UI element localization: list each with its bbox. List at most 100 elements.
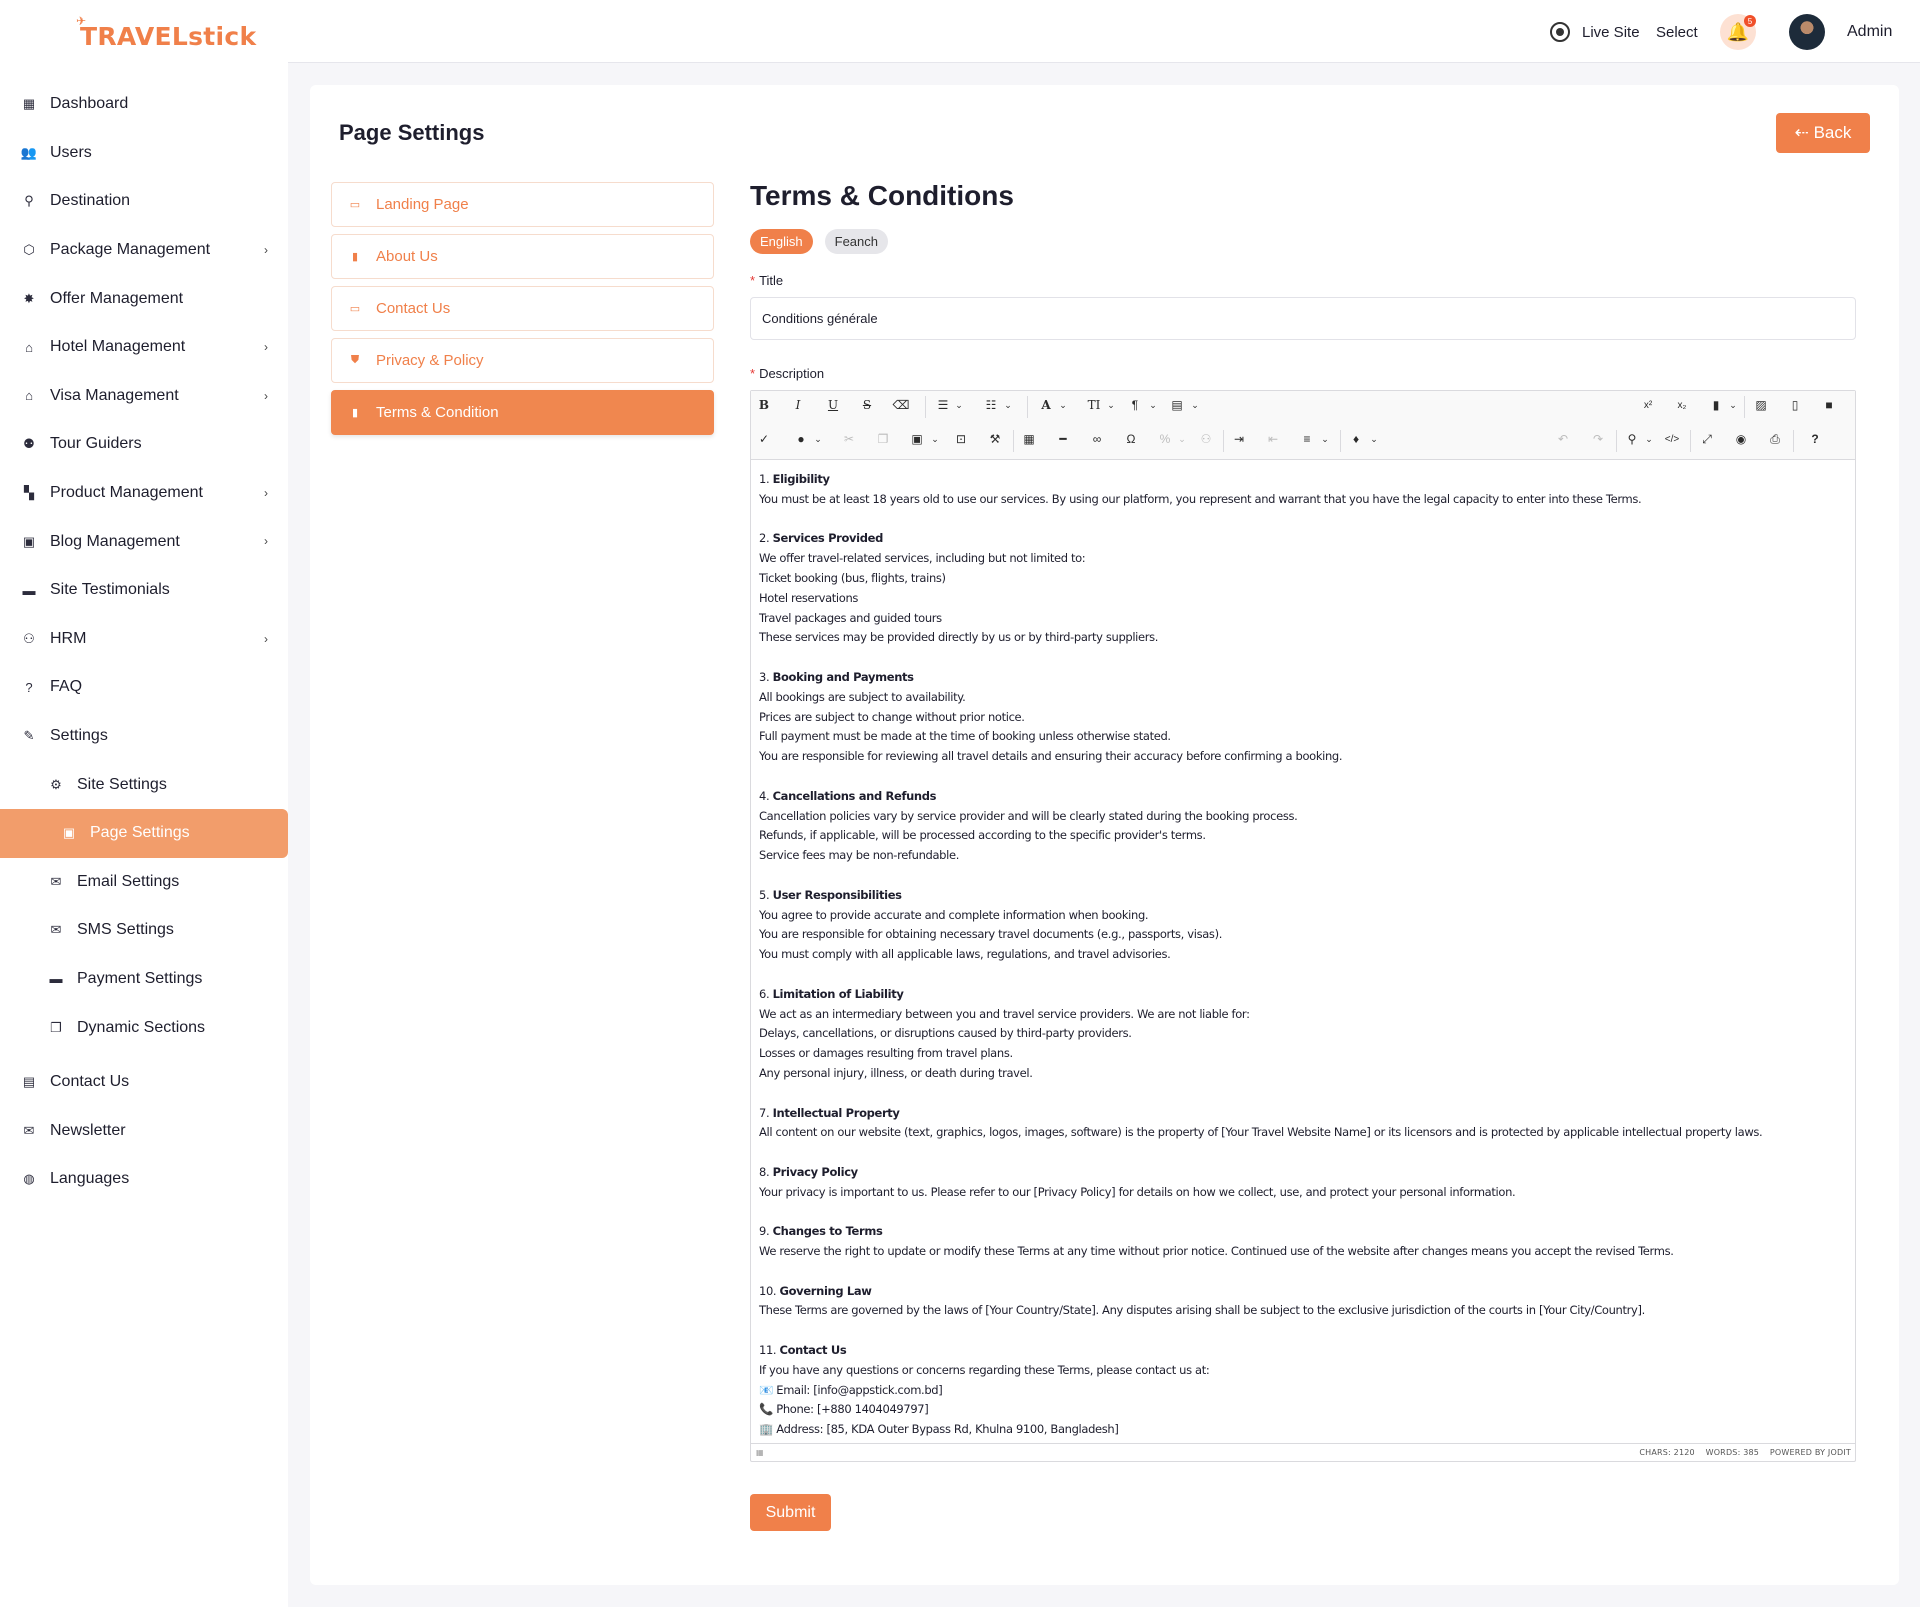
language-select[interactable]: Select bbox=[1656, 24, 1698, 41]
image-icon[interactable]: ▨ bbox=[1751, 395, 1771, 415]
special-char-icon[interactable]: Ω bbox=[1121, 429, 1141, 449]
table-icon[interactable]: ▦ bbox=[1019, 429, 1039, 449]
sidebar-item-19[interactable]: ❐ Dynamic Sections bbox=[0, 1003, 288, 1052]
sidebar-item-3[interactable]: ⬡ Package Management › bbox=[0, 226, 288, 275]
fullscreen-icon[interactable]: ⤢ bbox=[1697, 429, 1717, 449]
sidebar-item-20[interactable]: ▤ Contact Us bbox=[0, 1058, 288, 1107]
eraser-icon[interactable]: ⌫ bbox=[891, 395, 911, 415]
sidebar-item-7[interactable]: ⚉ Tour Guiders bbox=[0, 420, 288, 469]
help-icon[interactable]: ? bbox=[1805, 429, 1825, 449]
select-all-icon[interactable]: ⊡ bbox=[951, 429, 971, 449]
document-icon[interactable]: ▯ bbox=[1785, 395, 1805, 415]
sidebar-item-label: Email Settings bbox=[77, 872, 180, 890]
user-name[interactable]: Admin bbox=[1847, 23, 1892, 41]
paragraph-line: These Terms are governed by the laws of … bbox=[759, 1303, 1645, 1318]
sidebar-item-4[interactable]: ✸ Offer Management bbox=[0, 274, 288, 323]
notification-badge: 5 bbox=[1744, 15, 1756, 27]
copy-icon[interactable]: ❐ bbox=[873, 429, 893, 449]
cut-icon[interactable]: ✂ bbox=[839, 429, 859, 449]
clear-format-icon[interactable]: ⚇ bbox=[1196, 429, 1216, 449]
users-icon: 👥 bbox=[20, 144, 38, 160]
video-icon[interactable]: ■ bbox=[1819, 395, 1839, 415]
paste-icon[interactable]: ▣ bbox=[907, 429, 927, 449]
brand-logo[interactable]: ✈ TRAVELstick bbox=[76, 14, 256, 51]
sidebar-item-9[interactable]: ▣ Blog Management › bbox=[0, 517, 288, 566]
sidebar-item-17[interactable]: ✉ SMS Settings bbox=[0, 906, 288, 955]
paragraph-icon[interactable]: ¶ bbox=[1125, 395, 1145, 415]
chevron-down-icon[interactable]: ⌄ bbox=[1723, 395, 1743, 415]
live-site-icon bbox=[1550, 22, 1570, 42]
sidebar-item-22[interactable]: ◍ Languages bbox=[0, 1155, 288, 1204]
sidebar-item-6[interactable]: ⌂ Visa Management › bbox=[0, 372, 288, 421]
sidebar-item-10[interactable]: ▬ Site Testimonials bbox=[0, 566, 288, 615]
sidebar-item-2[interactable]: ⚲ Destination bbox=[0, 177, 288, 226]
editor-content[interactable]: 1. Eligibility You must be at least 18 ye… bbox=[759, 470, 1849, 1460]
preview-icon[interactable]: ◉ bbox=[1731, 429, 1751, 449]
sidebar-item-label: Dashboard bbox=[50, 95, 129, 113]
rich-text-editor[interactable]: B I U S ⌫ ☰ ⌄ ☷ ⌄ A ⌄ TI ⌄ ¶ ⌄ ▤ ⌄ x² x₂… bbox=[750, 390, 1856, 1462]
sidebar-item-11[interactable]: ⚇ HRM › bbox=[0, 615, 288, 664]
chevron-down-icon[interactable]: ⌄ bbox=[808, 429, 828, 449]
indent-icon[interactable]: ⇥ bbox=[1229, 429, 1249, 449]
paragraph-heading: 8. Privacy Policy bbox=[759, 1163, 1849, 1183]
outdent-icon[interactable]: ⇤ bbox=[1263, 429, 1283, 449]
sidebar-item-1[interactable]: 👥 Users bbox=[0, 129, 288, 178]
page-item-0[interactable]: ▭ Landing Page bbox=[331, 182, 714, 227]
italic-icon[interactable]: I bbox=[788, 395, 808, 415]
bold-icon[interactable]: B bbox=[754, 395, 774, 415]
sidebar-item-13[interactable]: ✎ Settings bbox=[0, 712, 288, 761]
sidebar-item-8[interactable]: ▚ Product Management › bbox=[0, 469, 288, 518]
redo-icon[interactable]: ↷ bbox=[1588, 429, 1608, 449]
tab-english[interactable]: English bbox=[750, 229, 813, 254]
chevron-down-icon[interactable]: ⌄ bbox=[925, 429, 945, 449]
link-icon[interactable]: ∞ bbox=[1087, 429, 1107, 449]
powered-by[interactable]: POWERED BY JODIT bbox=[1770, 1448, 1851, 1457]
chevron-down-icon[interactable]: ⌄ bbox=[1185, 395, 1205, 415]
back-button[interactable]: ⇠ Back bbox=[1776, 113, 1870, 153]
paragraph-title: Services Provided bbox=[772, 531, 884, 546]
live-site-link[interactable]: Live Site bbox=[1550, 22, 1640, 42]
sidebar-item-21[interactable]: ✉ Newsletter bbox=[0, 1106, 288, 1155]
chevron-down-icon[interactable]: ⌄ bbox=[1143, 395, 1163, 415]
chevron-down-icon[interactable]: ⌄ bbox=[998, 395, 1018, 415]
tab-french[interactable]: Feanch bbox=[824, 229, 889, 254]
sidebar-item-18[interactable]: ▬ Payment Settings bbox=[0, 955, 288, 1004]
page-item-4[interactable]: ▮ Terms & Condition bbox=[331, 390, 714, 435]
avatar[interactable] bbox=[1789, 14, 1825, 50]
hrm-icon: ⚇ bbox=[23, 630, 35, 646]
subscript-icon[interactable]: x₂ bbox=[1672, 395, 1692, 415]
strikethrough-icon[interactable]: S bbox=[857, 395, 877, 415]
align-icon[interactable]: ≡ bbox=[1297, 429, 1317, 449]
chevron-down-icon[interactable]: ⌄ bbox=[1364, 429, 1384, 449]
sidebar-item-0[interactable]: ▦ Dashboard bbox=[0, 80, 288, 129]
title-input[interactable] bbox=[750, 297, 1856, 340]
resize-grip-icon[interactable]: ▦ bbox=[756, 1448, 764, 1457]
chevron-down-icon[interactable]: ⌄ bbox=[1101, 395, 1121, 415]
source-code-icon[interactable]: </> bbox=[1662, 429, 1682, 449]
sidebar-item-5[interactable]: ⌂ Hotel Management › bbox=[0, 323, 288, 372]
chevron-down-icon[interactable]: ⌄ bbox=[949, 395, 969, 415]
horizontal-rule-icon[interactable]: ━ bbox=[1053, 429, 1073, 449]
sidebar-item-12[interactable]: ? FAQ bbox=[0, 663, 288, 712]
page-item-1[interactable]: ▮ About Us bbox=[331, 234, 714, 279]
page-item-2[interactable]: ▭ Contact Us bbox=[331, 286, 714, 331]
spellcheck-icon[interactable]: ✓ bbox=[754, 429, 774, 449]
page-item-3[interactable]: ⛊ Privacy & Policy bbox=[331, 338, 714, 383]
color-icon[interactable]: ♦ bbox=[1346, 429, 1366, 449]
section-title: Terms & Conditions bbox=[750, 180, 1014, 211]
language-tabs: English Feanch bbox=[750, 229, 889, 254]
undo-icon[interactable]: ↶ bbox=[1553, 429, 1573, 449]
chevron-down-icon[interactable]: ⌄ bbox=[1315, 429, 1335, 449]
submit-button[interactable]: Submit bbox=[750, 1494, 831, 1531]
format-painter-icon[interactable]: ⚒ bbox=[985, 429, 1005, 449]
superscript-icon[interactable]: x² bbox=[1638, 395, 1658, 415]
sidebar-item-16[interactable]: ✉ Email Settings bbox=[0, 858, 288, 907]
chevron-down-icon[interactable]: ⌄ bbox=[1053, 395, 1073, 415]
underline-icon[interactable]: U bbox=[823, 395, 843, 415]
sidebar-item-14[interactable]: ⚙ Site Settings bbox=[0, 760, 288, 809]
print-icon[interactable]: ⎙ bbox=[1765, 429, 1785, 449]
chevron-down-icon[interactable]: ⌄ bbox=[1639, 429, 1659, 449]
chevron-down-icon[interactable]: ⌄ bbox=[1172, 429, 1192, 449]
line-height-icon[interactable]: ▤ bbox=[1167, 395, 1187, 415]
sidebar-item-15[interactable]: ▣ Page Settings bbox=[0, 808, 288, 858]
